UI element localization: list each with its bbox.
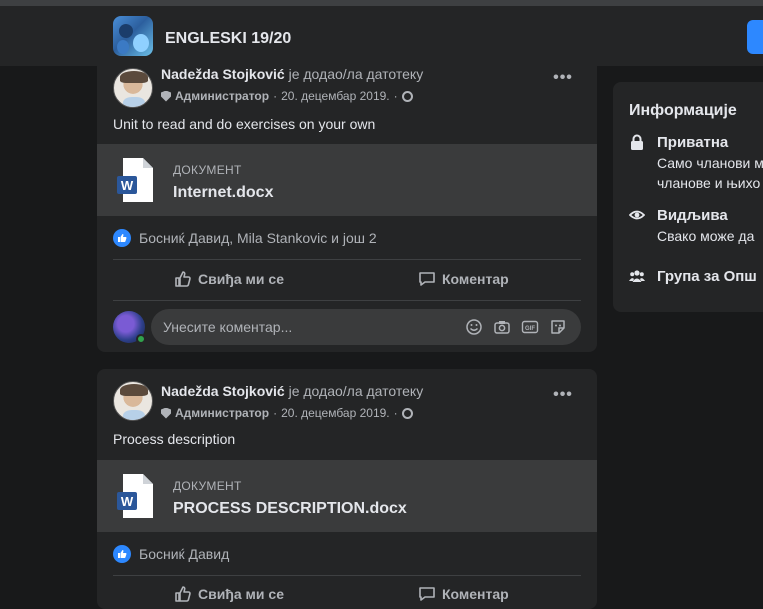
comment-label: Коментар <box>442 586 509 602</box>
word-file-icon: W <box>117 474 153 518</box>
word-file-icon: W <box>117 158 153 202</box>
document-kind: ДОКУМЕНТ <box>173 163 242 177</box>
audience-group-icon[interactable] <box>401 90 413 102</box>
comment-bubble-icon <box>419 587 435 601</box>
divider <box>113 300 581 301</box>
sticker-icon[interactable] <box>549 318 567 336</box>
like-button[interactable]: Свиђа ми се <box>174 585 284 603</box>
document-attachment[interactable]: W ДОКУМЕНТ PROCESS DESCRIPTION.docx <box>97 460 597 532</box>
post-text: Unit to read and do exercises on your ow… <box>113 116 376 132</box>
group-info-panel: Информације Приватна Само чланови м члан… <box>613 82 763 312</box>
svg-text:W: W <box>121 178 134 193</box>
post-meta: Администратор · 20. децембар 2019. · <box>161 89 413 103</box>
gif-icon[interactable]: GIF <box>521 318 539 336</box>
divider <box>113 259 581 260</box>
post-author-line: Nadežda Stojković је додао/ла датотеку <box>161 66 423 82</box>
info-title: Информације <box>629 102 737 119</box>
post-text: Process description <box>113 431 236 447</box>
document-name[interactable]: PROCESS DESCRIPTION.docx <box>173 500 407 518</box>
meta-separator: · <box>273 406 278 420</box>
admin-shield-icon <box>161 90 171 102</box>
like-label: Свиђа ми се <box>198 271 284 287</box>
meta-separator: · <box>393 406 398 420</box>
reactors-text: Босниќ Давид <box>139 546 230 562</box>
audience-group-icon[interactable] <box>401 407 413 419</box>
visibility-description: Свако може да <box>657 228 755 244</box>
feed-post: Nadežda Stojković је додао/ла датотеку А… <box>97 60 597 352</box>
like-reaction-icon <box>113 229 131 247</box>
visibility-title: Видљива <box>657 207 728 224</box>
meta-separator: · <box>273 89 278 103</box>
privacy-description-line: Само чланови м <box>657 155 763 171</box>
thumbs-up-icon <box>175 586 191 602</box>
like-label: Свиђа ми се <box>198 586 284 602</box>
comment-bubble-icon <box>419 272 435 286</box>
post-date[interactable]: 20. децембар 2019. <box>281 406 390 420</box>
reaction-summary[interactable]: Босниќ Давид, Mila Stankovic и још 2 <box>113 229 377 247</box>
svg-text:W: W <box>121 494 134 509</box>
feed-post: Nadežda Stojković је додао/ла датотеку А… <box>97 369 597 609</box>
emoji-icon[interactable] <box>465 318 483 336</box>
like-reaction-icon <box>113 545 131 563</box>
svg-text:GIF: GIF <box>525 326 535 332</box>
document-name[interactable]: Internet.docx <box>173 184 273 202</box>
thumbs-up-icon <box>175 271 191 287</box>
post-action: је додао/ла датотеку <box>288 66 424 82</box>
admin-shield-icon <box>161 407 171 419</box>
comment-placeholder: Унесите коментар... <box>163 319 293 335</box>
post-author-line: Nadežda Stojković је додао/ла датотеку <box>161 383 423 399</box>
comment-button[interactable]: Коментар <box>418 270 509 288</box>
group-header: ENGLESKI 19/20 <box>0 0 763 66</box>
online-status-indicator <box>136 334 146 344</box>
like-button[interactable]: Свиђа ми се <box>174 270 284 288</box>
reactors-text: Босниќ Давид, Mila Stankovic и још 2 <box>139 230 377 246</box>
privacy-description-line: чланове и њихо <box>657 175 761 191</box>
group-people-icon <box>629 270 645 282</box>
divider <box>113 575 581 576</box>
author-name[interactable]: Nadežda Stojković <box>161 66 285 82</box>
eye-icon <box>629 210 645 220</box>
group-category-link[interactable]: Група за Опш <box>657 268 757 285</box>
author-role: Администратор <box>175 89 270 103</box>
post-action: је додао/ла датотеку <box>288 383 424 399</box>
more-options-icon[interactable]: ••• <box>553 70 573 92</box>
author-role: Администратор <box>175 406 270 420</box>
comment-button[interactable]: Коментар <box>418 585 509 603</box>
document-kind: ДОКУМЕНТ <box>173 479 242 493</box>
current-user-avatar[interactable] <box>113 311 146 344</box>
camera-icon[interactable] <box>493 318 511 336</box>
more-options-icon[interactable]: ••• <box>553 387 573 409</box>
privacy-title: Приватна <box>657 134 729 151</box>
lock-icon <box>631 134 643 150</box>
group-title[interactable]: ENGLESKI 19/20 <box>165 30 291 48</box>
author-name[interactable]: Nadežda Stojković <box>161 383 285 399</box>
post-date[interactable]: 20. децембар 2019. <box>281 89 390 103</box>
header-action-button[interactable] <box>747 20 763 54</box>
group-avatar[interactable] <box>113 16 153 56</box>
post-meta: Администратор · 20. децембар 2019. · <box>161 406 413 420</box>
comment-input[interactable]: Унесите коментар... GIF <box>151 309 581 345</box>
reaction-summary[interactable]: Босниќ Давид <box>113 545 229 563</box>
meta-separator: · <box>393 89 398 103</box>
author-avatar[interactable] <box>113 381 153 421</box>
author-avatar[interactable] <box>113 68 153 108</box>
document-attachment[interactable]: W ДОКУМЕНТ Internet.docx <box>97 144 597 216</box>
comment-label: Коментар <box>442 271 509 287</box>
